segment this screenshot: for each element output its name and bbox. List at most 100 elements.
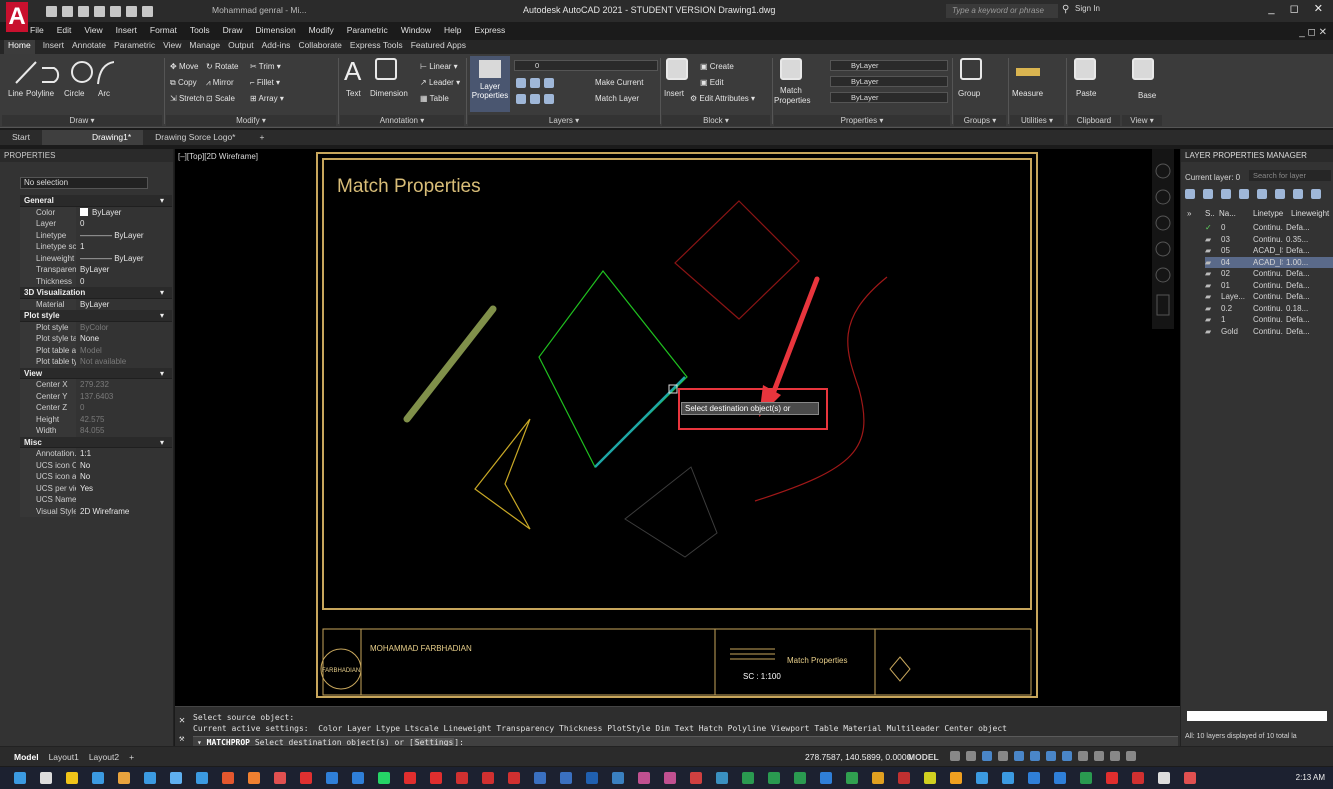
taskbar-app-icon[interactable] — [1028, 772, 1040, 784]
layer-scrollbar[interactable] — [1187, 711, 1327, 721]
highlighted-edge[interactable] — [594, 376, 686, 468]
measure-icon[interactable] — [1016, 68, 1040, 76]
property-row[interactable]: Visual Style 2D Wireframe — [20, 505, 172, 518]
property-value[interactable]: 1:1 — [76, 448, 172, 460]
modify-panel-title[interactable]: Modify ▾ — [166, 115, 336, 126]
layer-name[interactable]: Gold — [1219, 326, 1253, 337]
lineweight-dropdown[interactable]: ByLayer — [830, 76, 948, 87]
new-group-filter-icon[interactable] — [1203, 189, 1213, 199]
layer-status-icon[interactable]: ▰ — [1205, 268, 1219, 279]
taskbar-app-icon[interactable] — [196, 772, 208, 784]
green-diamond-shape[interactable] — [538, 270, 688, 468]
selection-dropdown[interactable]: No selection — [20, 177, 148, 189]
property-section-header[interactable]: 3D Visualization — [20, 287, 172, 299]
menu-tools[interactable]: Tools — [190, 25, 210, 39]
view-panel-title[interactable]: View ▾ — [1122, 115, 1162, 126]
taskbar-app-icon[interactable] — [1132, 772, 1144, 784]
layer-lineweight[interactable]: Defa... — [1283, 222, 1323, 233]
menu-file[interactable]: File — [30, 25, 44, 39]
property-row[interactable]: Center Z 0 — [20, 402, 172, 414]
layer-linetype[interactable]: Continu... — [1253, 291, 1283, 302]
insert-icon[interactable] — [666, 58, 688, 80]
layer-dropdown[interactable]: 0 — [514, 60, 658, 71]
taskbar-app-icon[interactable] — [612, 772, 624, 784]
property-row[interactable]: Plot table ty... Not available — [20, 356, 172, 368]
edit-block-button[interactable]: ▣ Edit — [700, 78, 724, 87]
property-row[interactable]: UCS per vie... Yes — [20, 482, 172, 494]
property-row[interactable]: Plot style ta... None — [20, 333, 172, 345]
layer-lineweight[interactable]: Defa... — [1283, 245, 1323, 256]
layer-tool-icon[interactable] — [516, 78, 526, 88]
property-row[interactable]: UCS Name — [20, 494, 172, 506]
property-value[interactable]: ByLayer — [76, 264, 172, 276]
layer-row[interactable]: ▰04ACAD_IS...1.00... — [1205, 256, 1333, 268]
layer-tool-icon[interactable] — [516, 94, 526, 104]
color-dropdown[interactable]: ByLayer — [830, 60, 948, 71]
cursor-coordinates[interactable]: 278.7587, 140.5899, 0.0000 — [805, 752, 911, 762]
taskbar-app-icon[interactable] — [508, 772, 520, 784]
property-row[interactable]: UCS icon On No — [20, 459, 172, 471]
draw-panel-title[interactable]: Draw ▾ — [2, 115, 162, 126]
layer-row[interactable]: ▰Laye...Continu...Defa... — [1205, 291, 1333, 302]
property-value[interactable]: 84.055 — [76, 425, 172, 437]
dimension-icon[interactable] — [375, 58, 397, 80]
undo-icon[interactable] — [142, 5, 153, 17]
layer-linetype[interactable]: Continu... — [1253, 280, 1283, 291]
rotate-button[interactable]: ↻ Rotate — [206, 62, 239, 71]
tab-output[interactable]: Output — [228, 40, 254, 54]
autocad-logo-icon[interactable]: A — [6, 2, 28, 32]
arc-button[interactable]: Arc — [98, 89, 110, 98]
layer-name[interactable]: 02 — [1219, 268, 1253, 279]
layer-tool-icon[interactable] — [530, 94, 540, 104]
layer-lineweight[interactable]: Defa... — [1283, 291, 1323, 302]
mirror-button[interactable]: ⩘ Mirror — [206, 78, 234, 88]
insert-button[interactable]: Insert — [664, 89, 684, 98]
tab-insert[interactable]: Insert — [43, 40, 64, 54]
layer-name[interactable]: 0 — [1219, 222, 1253, 233]
layer-lineweight[interactable]: 0.18... — [1283, 303, 1323, 314]
group-icon[interactable] — [960, 58, 982, 80]
snap-icon[interactable] — [966, 751, 976, 761]
layer-linetype[interactable]: Continu... — [1253, 268, 1283, 279]
polyline-button[interactable]: Polyline — [26, 89, 54, 98]
tab-featured-apps[interactable]: Featured Apps — [411, 40, 466, 54]
layer-linetype[interactable]: Continu... — [1253, 234, 1283, 245]
tab-parametric[interactable]: Parametric — [114, 40, 155, 54]
taskbar-app-icon[interactable] — [820, 772, 832, 784]
taskbar-app-icon[interactable] — [300, 772, 312, 784]
property-row[interactable]: Color ByLayer — [20, 206, 172, 218]
layer-name[interactable]: 04 — [1219, 257, 1253, 268]
tab-express-tools[interactable]: Express Tools — [350, 40, 403, 54]
taskbar-app-icon[interactable] — [378, 772, 390, 784]
taskbar-app-icon[interactable] — [144, 772, 156, 784]
tab-annotate[interactable]: Annotate — [72, 40, 106, 54]
settings-icon[interactable] — [1311, 189, 1321, 199]
taskbar-app-icon[interactable] — [560, 772, 572, 784]
property-row[interactable]: Thickness 0 — [20, 275, 172, 287]
tab-collaborate[interactable]: Collaborate — [298, 40, 341, 54]
menu-modify[interactable]: Modify — [309, 25, 334, 39]
menu-help[interactable]: Help — [444, 25, 461, 39]
property-row[interactable]: Transparency ByLayer — [20, 264, 172, 276]
property-value[interactable]: 2D Wireframe — [76, 506, 172, 518]
navigation-bar[interactable] — [1152, 149, 1174, 329]
dimension-button[interactable]: Dimension — [370, 89, 408, 98]
layer-linetype[interactable]: ACAD_IS... — [1253, 245, 1283, 256]
layer-row[interactable]: ▰02Continu...Defa... — [1205, 268, 1333, 279]
property-value[interactable]: No — [76, 471, 172, 483]
taskbar-app-icon[interactable] — [768, 772, 780, 784]
new-property-filter-icon[interactable] — [1185, 189, 1195, 199]
taskbar-app-icon[interactable] — [690, 772, 702, 784]
base-button[interactable]: Base — [1138, 91, 1156, 100]
match-properties-label-1[interactable]: Match — [780, 86, 802, 95]
taskbar-app-icon[interactable] — [872, 772, 884, 784]
taskbar-app-icon[interactable] — [352, 772, 364, 784]
taskbar-app-icon[interactable] — [534, 772, 546, 784]
property-value[interactable]: 42.575 — [76, 414, 172, 426]
current-layer-check-icon[interactable]: ✓ — [1205, 222, 1219, 233]
taskbar-app-icon[interactable] — [222, 772, 234, 784]
properties-panel-title[interactable]: Properties ▾ — [774, 115, 950, 126]
property-value[interactable]: ———— ByLayer — [76, 230, 172, 242]
layer-row[interactable]: ▰1Continu...Defa... — [1205, 314, 1333, 325]
layer-name[interactable]: 05 — [1219, 245, 1253, 256]
